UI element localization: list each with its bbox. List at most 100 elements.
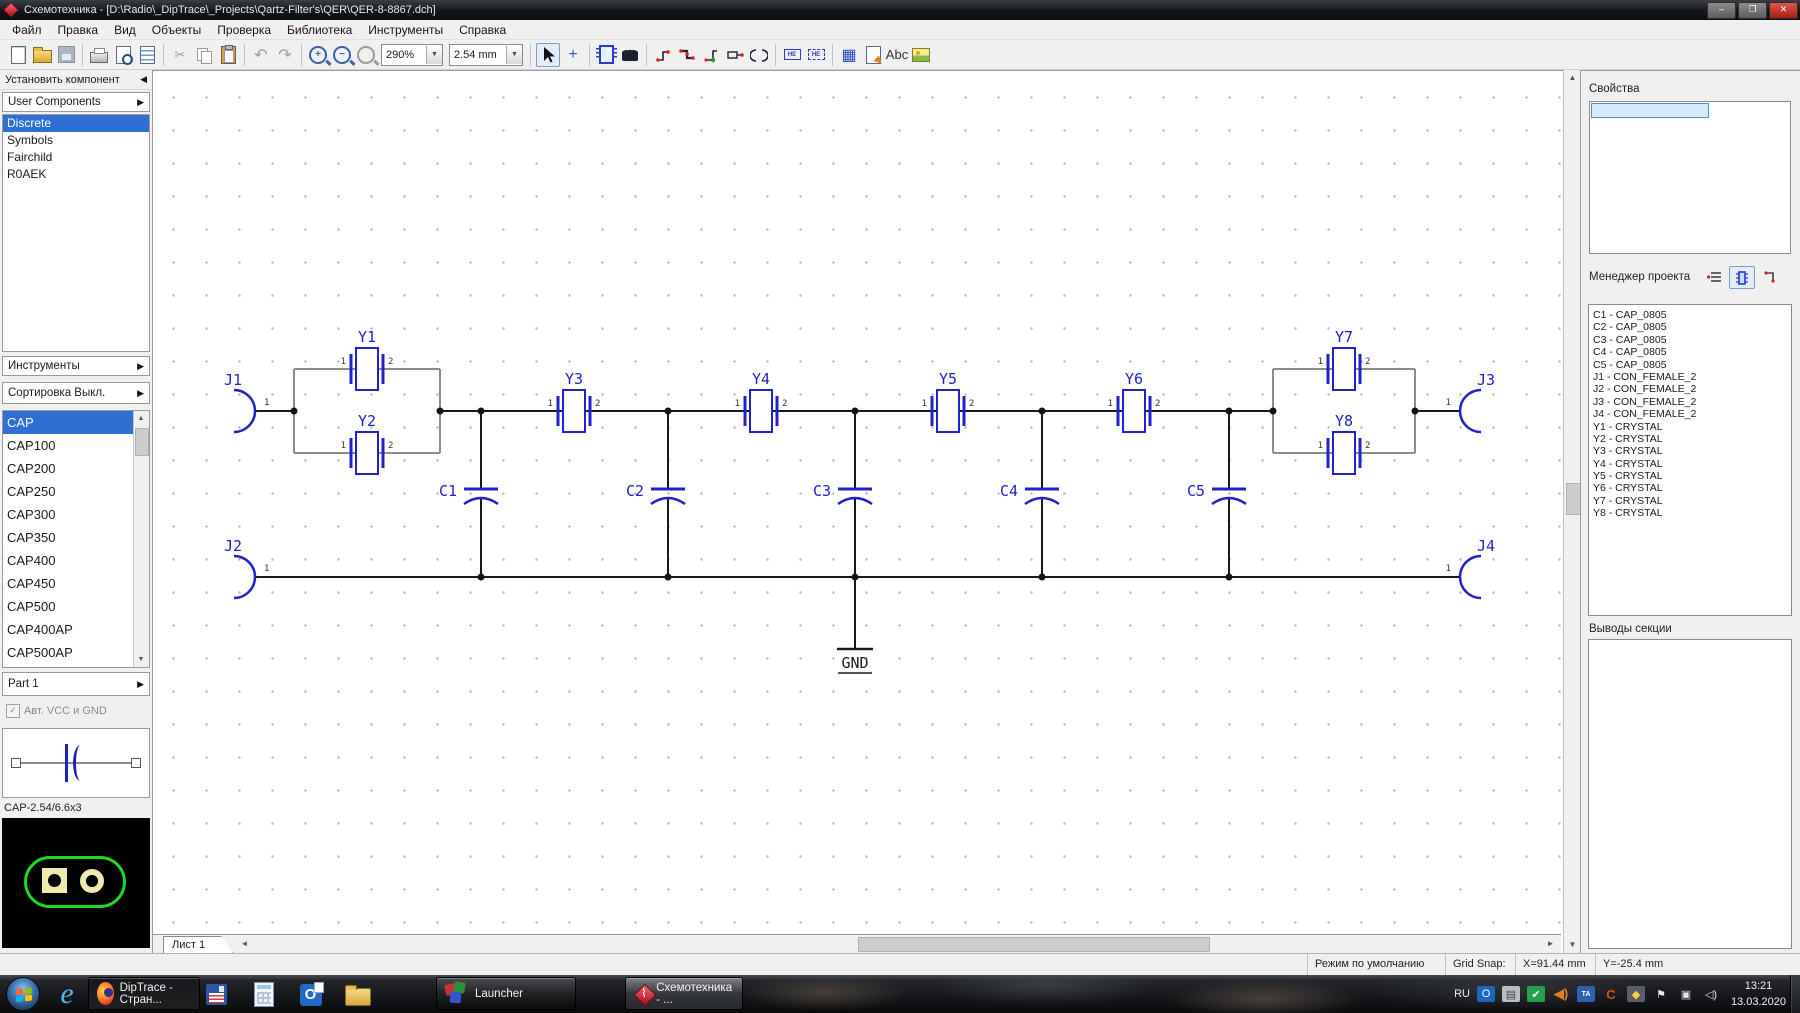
zoom-window-icon[interactable]: [355, 44, 377, 66]
taskbar-clock[interactable]: 13:21 13.03.2020: [1731, 978, 1786, 1010]
project-component-y5[interactable]: Y5 - CRYSTAL: [1589, 470, 1791, 482]
start-button[interactable]: [6, 977, 40, 1011]
grid-step-combo[interactable]: 2.54 mm ▼: [449, 43, 523, 66]
library-item-r0aek[interactable]: R0AEK: [3, 166, 149, 183]
project-component-c1[interactable]: C1 - CAP_0805: [1589, 309, 1791, 321]
hscroll-thumb[interactable]: [858, 937, 1210, 952]
taskbar-launcher-button[interactable]: Launcher: [436, 977, 576, 1010]
library-group-selector[interactable]: User Components ▶: [2, 92, 150, 112]
paste-icon[interactable]: [217, 44, 239, 66]
redo-icon[interactable]: ↷: [274, 44, 296, 66]
manager-list-view-icon[interactable]: [1703, 266, 1727, 287]
place-bus-tool[interactable]: [676, 44, 698, 66]
sheet-tab[interactable]: Лист 1: [163, 936, 233, 953]
crystal-Y6[interactable]: Y6 1 2: [1108, 370, 1161, 433]
menu-item-7[interactable]: Инструменты: [360, 21, 451, 39]
library-item-discrete[interactable]: Discrete: [3, 115, 149, 132]
bus-connection-tool[interactable]: [700, 44, 722, 66]
component-item-cap300[interactable]: CAP300: [3, 503, 134, 526]
internet-explorer-icon[interactable]: e: [50, 977, 84, 1011]
taskbar-calculator-icon[interactable]: [250, 981, 277, 1008]
spreadsheet-icon[interactable]: ▦: [838, 44, 860, 66]
report-icon[interactable]: [136, 44, 158, 66]
project-component-j1[interactable]: J1 - CON_FEMALE_2: [1589, 371, 1791, 383]
place-wire-tool[interactable]: [652, 44, 674, 66]
taskbar-explorer-icon[interactable]: [344, 981, 371, 1008]
component-item-cap[interactable]: CAP: [3, 411, 134, 434]
menu-item-1[interactable]: Файл: [4, 21, 50, 39]
scroll-up-icon[interactable]: ▲: [134, 411, 148, 426]
picture-tool[interactable]: [910, 44, 932, 66]
save-icon[interactable]: [55, 44, 77, 66]
component-item-cap450[interactable]: CAP450: [3, 572, 134, 595]
project-component-y2[interactable]: Y2 - CRYSTAL: [1589, 433, 1791, 445]
capacitor-C4[interactable]: C4: [1000, 411, 1060, 577]
horn-tray-icon[interactable]: ◀): [1552, 986, 1570, 1002]
zoom-level-combo[interactable]: 290% ▼: [381, 43, 443, 66]
vscroll-down-icon[interactable]: ▼: [1565, 937, 1580, 953]
menu-item-6[interactable]: Библиотека: [279, 21, 360, 39]
print-preview-icon[interactable]: [112, 44, 134, 66]
close-button[interactable]: ✕: [1769, 2, 1798, 19]
new-document-icon[interactable]: [7, 44, 29, 66]
select-tool[interactable]: [536, 42, 560, 67]
project-component-y1[interactable]: Y1 - CRYSTAL: [1589, 421, 1791, 433]
connector-J4[interactable]: 1 J4: [1446, 537, 1495, 600]
minimize-button[interactable]: –: [1707, 2, 1736, 19]
capacitor-C3[interactable]: C3: [813, 411, 873, 577]
component-item-cap400ap[interactable]: CAP400AP: [3, 618, 134, 641]
network-tray-icon[interactable]: ▣: [1677, 986, 1695, 1002]
component-item-cap350[interactable]: CAP350: [3, 526, 134, 549]
component-item-cap500ap[interactable]: CAP500AP: [3, 641, 134, 664]
project-component-c2[interactable]: C2 - CAP_0805: [1589, 321, 1791, 333]
speaker-tray-icon[interactable]: ◁): [1702, 986, 1720, 1002]
taskbar-floppy-icon[interactable]: [203, 981, 230, 1008]
project-component-c3[interactable]: C3 - CAP_0805: [1589, 334, 1791, 346]
manager-nets-view-icon[interactable]: [1759, 266, 1783, 287]
open-icon[interactable]: [31, 44, 53, 66]
capacitor-C5[interactable]: C5: [1187, 411, 1247, 577]
component-item-cap400[interactable]: CAP400: [3, 549, 134, 572]
crystal-Y7[interactable]: Y7 1 2: [1318, 328, 1371, 391]
component-item-cap250[interactable]: CAP250: [3, 480, 134, 503]
part-selector[interactable]: Part 1 ▶: [2, 672, 150, 696]
project-component-j4[interactable]: J4 - CON_FEMALE_2: [1589, 408, 1791, 420]
component-item-cap200[interactable]: CAP200: [3, 457, 134, 480]
net-port-tool[interactable]: [724, 44, 746, 66]
crystal-Y5[interactable]: Y5 1 2: [922, 370, 975, 433]
zoom-level-combo-arrow-icon[interactable]: ▼: [426, 45, 442, 64]
print-icon[interactable]: [88, 44, 110, 66]
manager-components-view-icon[interactable]: [1729, 266, 1755, 289]
capacitor-C1[interactable]: C1: [439, 411, 499, 577]
connector-J1[interactable]: 1 J1: [224, 371, 269, 434]
scrollbar-thumb[interactable]: [135, 428, 149, 456]
tools-selector[interactable]: Инструменты ▶: [2, 356, 150, 376]
crystal-Y1[interactable]: Y1 1 2: [341, 328, 394, 391]
badge-tray-icon[interactable]: ◆: [1627, 986, 1645, 1002]
capacitor-C2[interactable]: C2: [626, 411, 686, 577]
sort-selector[interactable]: Сортировка Выкл. ▶: [2, 382, 150, 404]
grid-step-combo-arrow-icon[interactable]: ▼: [506, 45, 522, 64]
library-item-symbols[interactable]: Symbols: [3, 132, 149, 149]
ccleaner-tray-icon[interactable]: C: [1602, 986, 1620, 1002]
antivirus-shield-tray-icon[interactable]: ✔: [1527, 986, 1545, 1002]
vscroll-thumb[interactable]: [1566, 483, 1581, 515]
ground-symbol[interactable]: GND: [837, 577, 873, 674]
menu-item-5[interactable]: Проверка: [209, 21, 279, 39]
crystal-Y8[interactable]: Y8 1 2: [1318, 412, 1371, 475]
auto-vcc-checkbox[interactable]: ✓: [6, 704, 20, 718]
component-item-cap500[interactable]: CAP500: [3, 595, 134, 618]
crystal-Y4[interactable]: Y4 1 2: [735, 370, 788, 433]
wires[interactable]: [255, 410, 1460, 578]
properties-value-input[interactable]: [1591, 103, 1709, 118]
canvas-vscrollbar[interactable]: ▲ ▼: [1563, 70, 1581, 953]
cut-icon[interactable]: ✂: [169, 44, 191, 66]
project-component-y8[interactable]: Y8 - CRYSTAL: [1589, 507, 1791, 519]
outlook-tray-icon[interactable]: O: [1477, 986, 1495, 1002]
component-item-cap600ap[interactable]: CAP600AP: [3, 664, 134, 667]
taskbar-diptrace-browser-button[interactable]: DipTrace - Стран...: [88, 977, 200, 1010]
connector-J3[interactable]: 1 J3: [1446, 371, 1495, 434]
crystal-Y2[interactable]: Y2 1 2: [341, 412, 394, 475]
schematic-canvas[interactable]: C1 C2 C3 C4 C5 GND Y3 1 2 Y4 1 2 Y5 1 2 Y6 1 2 Y1 1 2 Y2 1 2 Y7 1…: [153, 70, 1563, 953]
project-component-y3[interactable]: Y3 - CRYSTAL: [1589, 445, 1791, 457]
